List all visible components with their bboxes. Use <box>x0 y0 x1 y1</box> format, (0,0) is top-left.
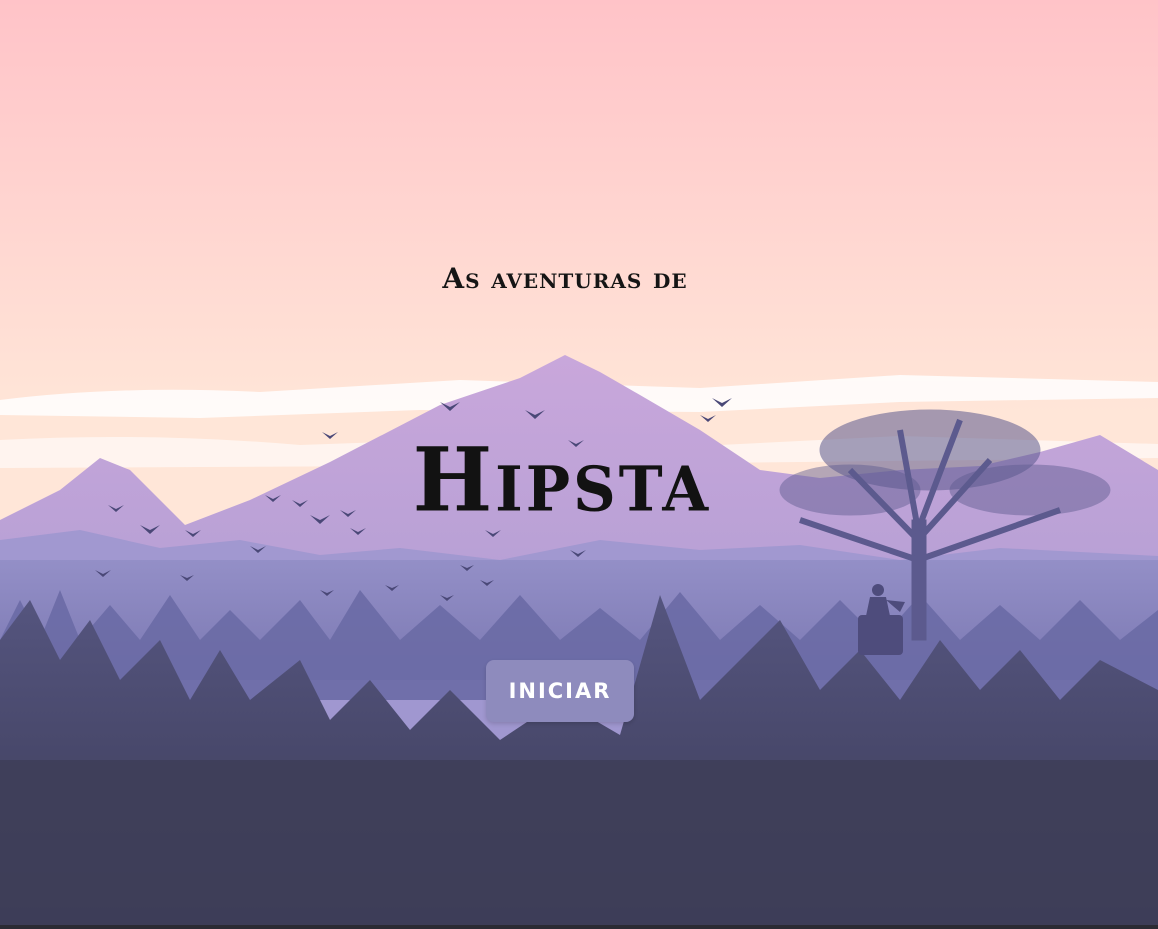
game-start-screen: As aventuras de Hipsta INICIAR <box>0 0 1158 925</box>
start-button[interactable]: INICIAR <box>486 660 634 722</box>
game-subtitle: As aventuras de <box>442 262 688 295</box>
bottom-edge <box>0 925 1158 929</box>
game-title: Hipsta <box>412 427 712 532</box>
